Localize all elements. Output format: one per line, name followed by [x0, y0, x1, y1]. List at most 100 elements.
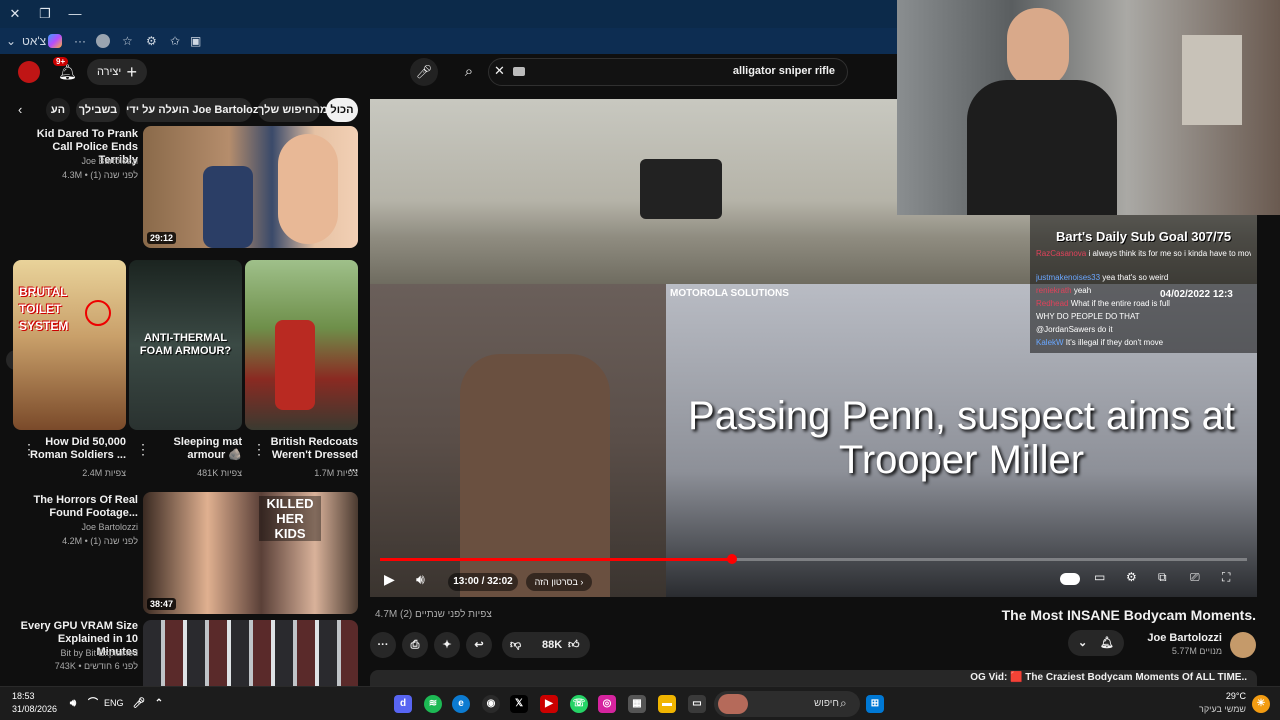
- miniplayer-icon[interactable]: ⧉: [1158, 570, 1167, 585]
- clock-date[interactable]: 31/08/2026: [12, 704, 57, 714]
- taskbar-search[interactable]: חיפוש ⌕: [714, 691, 860, 717]
- chat-user: justmakenoises33: [1036, 273, 1101, 282]
- dislike-icon[interactable]: 👎︎: [510, 632, 521, 658]
- weather-sun-icon[interactable]: ☀: [1252, 695, 1270, 713]
- rec-video-channel-3[interactable]: Bit by Bit Explained: [14, 648, 138, 658]
- rec-video-meta-1: 4.3M • לפני שנה (1): [62, 170, 138, 180]
- channel-name[interactable]: Joe Bartolozzi: [1128, 632, 1222, 644]
- fullscreen-icon[interactable]: ⛶: [1222, 570, 1230, 585]
- progress-track[interactable]: [380, 554, 1247, 564]
- rec-video-channel-2[interactable]: Joe Bartolozzi: [14, 522, 138, 532]
- close-window-icon[interactable]: ✕: [4, 4, 26, 24]
- x-icon[interactable]: 𝕏: [510, 695, 528, 713]
- profile-avatar[interactable]: [96, 34, 110, 48]
- chat-user: reniekrath: [1036, 286, 1072, 295]
- edge-icon[interactable]: e: [452, 695, 470, 713]
- favorites-icon[interactable]: ☆: [122, 32, 133, 50]
- store-icon[interactable]: ▦: [628, 695, 646, 713]
- whatsapp-icon[interactable]: ☏: [570, 695, 588, 713]
- rec-video-thumbnail-3[interactable]: [143, 620, 358, 686]
- obs-icon[interactable]: ◉: [482, 695, 500, 713]
- more-actions-icon[interactable]: ···: [370, 632, 396, 658]
- duration-badge: 29:12: [147, 232, 177, 244]
- app-window-icon[interactable]: ▭: [688, 695, 706, 713]
- minimize-window-icon[interactable]: —: [64, 4, 86, 24]
- ask-ai-icon[interactable]: ✦: [434, 632, 460, 658]
- short-title-2[interactable]: Sleeping mat armour 🪨: [150, 436, 242, 462]
- autoplay-toggle[interactable]: [1060, 573, 1080, 585]
- short-thumbnail-3[interactable]: [245, 260, 358, 430]
- speaker-icon[interactable]: 🔊︎: [64, 695, 82, 713]
- volume-icon[interactable]: 🔊︎: [416, 571, 425, 588]
- search-icon[interactable]: ⌕: [452, 58, 486, 86]
- chip-all[interactable]: הכול: [326, 98, 358, 122]
- chat-line-7: @JordanSawers do it: [1036, 325, 1251, 334]
- like-count[interactable]: 88K: [542, 632, 562, 658]
- settings-icon[interactable]: ⚙: [1126, 570, 1137, 584]
- discord-icon[interactable]: d: [394, 695, 412, 713]
- chevron-down-icon[interactable]: ⌄: [6, 32, 16, 50]
- extensions-icon[interactable]: ⚙: [146, 32, 157, 50]
- add-favorite-icon[interactable]: ✩: [170, 32, 180, 50]
- short-title-1[interactable]: How Did 50,000 Roman Soldiers ...: [30, 436, 126, 462]
- windows-start-icon[interactable]: ⊞: [866, 695, 884, 713]
- description-box[interactable]: OG Vid: 🟥 The Craziest Bodycam Moments O…: [370, 670, 1257, 686]
- copilot-label[interactable]: צ'אט: [22, 32, 46, 50]
- account-avatar[interactable]: [18, 61, 40, 83]
- short-thumbnail-1[interactable]: BRUTAL TOILET SYSTEM: [13, 260, 126, 430]
- create-button[interactable]: יצירה +: [87, 59, 147, 85]
- window-titlebar: ✕ ❐ —: [0, 0, 900, 28]
- language-indicator[interactable]: ENG: [104, 698, 124, 708]
- wifi-icon[interactable]: ⌒: [84, 695, 102, 713]
- keyboard-icon[interactable]: [513, 67, 525, 76]
- file-explorer-icon[interactable]: ▬: [658, 695, 676, 713]
- rec-video-thumbnail-1[interactable]: 29:12: [143, 126, 358, 248]
- voice-search-icon[interactable]: 🎤︎: [410, 58, 438, 86]
- chapter-button[interactable]: בסרטון הזה ›: [526, 573, 592, 591]
- search-input[interactable]: alligator sniper rifle: [733, 65, 835, 77]
- clear-search-icon[interactable]: ✕: [494, 63, 505, 79]
- search-box[interactable]: ✕ alligator sniper rifle: [488, 58, 848, 86]
- duration-badge: 38:47: [147, 598, 177, 610]
- chip-more[interactable]: הע: [46, 98, 70, 122]
- short-thumb-text-2: ANTI-THERMAL FOAM ARMOUR?: [139, 332, 232, 357]
- like-icon[interactable]: 👍︎: [568, 632, 580, 658]
- restore-window-icon[interactable]: ❐: [34, 4, 56, 24]
- video-title: The Most INSANE Bodycam Moments.: [1001, 607, 1256, 623]
- tray-expand-icon[interactable]: ⌃: [150, 695, 168, 713]
- chip-for-you[interactable]: בשבילך: [76, 98, 120, 122]
- short-more-icon-2[interactable]: ⋮: [136, 442, 150, 456]
- progress-fill: [380, 558, 732, 561]
- clock-time[interactable]: 18:53: [12, 691, 35, 701]
- subscribed-button[interactable]: ⌄ 🔔︎: [1068, 630, 1124, 656]
- rec-video-channel-1[interactable]: Joe Bartolozzi: [14, 156, 138, 166]
- play-icon[interactable]: ▶: [384, 571, 395, 588]
- chip-from-search[interactable]: מהחיפוש שלך: [258, 98, 328, 122]
- weather-temp[interactable]: 29°C: [1190, 691, 1246, 701]
- rec-video-title-2[interactable]: The Horrors Of Real Found Footage...: [14, 494, 138, 520]
- chip-scroll-left-icon[interactable]: ‹: [18, 100, 36, 120]
- video-caption-overlay: Passing Penn, suspect aims at Trooper Mi…: [688, 394, 1235, 482]
- copilot-icon[interactable]: [48, 34, 62, 48]
- microphone-icon[interactable]: 🎤︎: [130, 695, 148, 713]
- share-icon[interactable]: ↩: [466, 632, 492, 658]
- chip-uploaded-by[interactable]: הועלה על ידי Joe Bartolozzi: [126, 98, 267, 122]
- instagram-icon[interactable]: ◎: [598, 695, 616, 713]
- short-more-icon-3[interactable]: ⋮: [252, 442, 266, 456]
- collections-icon[interactable]: ▣: [190, 32, 201, 50]
- spotify-icon[interactable]: ≋: [424, 695, 442, 713]
- rec-video-thumbnail-2[interactable]: KILLED HER KIDS 38:47: [143, 492, 358, 614]
- progress-scrubber[interactable]: [727, 554, 737, 564]
- short-thumbnail-2[interactable]: ANTI-THERMAL FOAM ARMOUR?: [129, 260, 242, 430]
- channel-avatar[interactable]: [1230, 632, 1256, 658]
- sub-goal: Bart's Daily Sub Goal 307/75: [1056, 229, 1232, 244]
- save-icon[interactable]: ⎙: [402, 632, 428, 658]
- bell-icon: 🔔︎: [1100, 637, 1114, 649]
- weather-desc[interactable]: שמשי בעיקר: [1180, 704, 1246, 714]
- chat-msg: yea that's so weird: [1102, 273, 1169, 282]
- cast-icon[interactable]: ⎚: [1190, 570, 1200, 585]
- short-thumb-text-1: BRUTAL TOILET SYSTEM: [19, 285, 69, 333]
- more-dots-icon[interactable]: ···: [74, 32, 86, 50]
- youtube-icon[interactable]: ▶: [540, 695, 558, 713]
- captions-icon[interactable]: ▭: [1094, 570, 1105, 584]
